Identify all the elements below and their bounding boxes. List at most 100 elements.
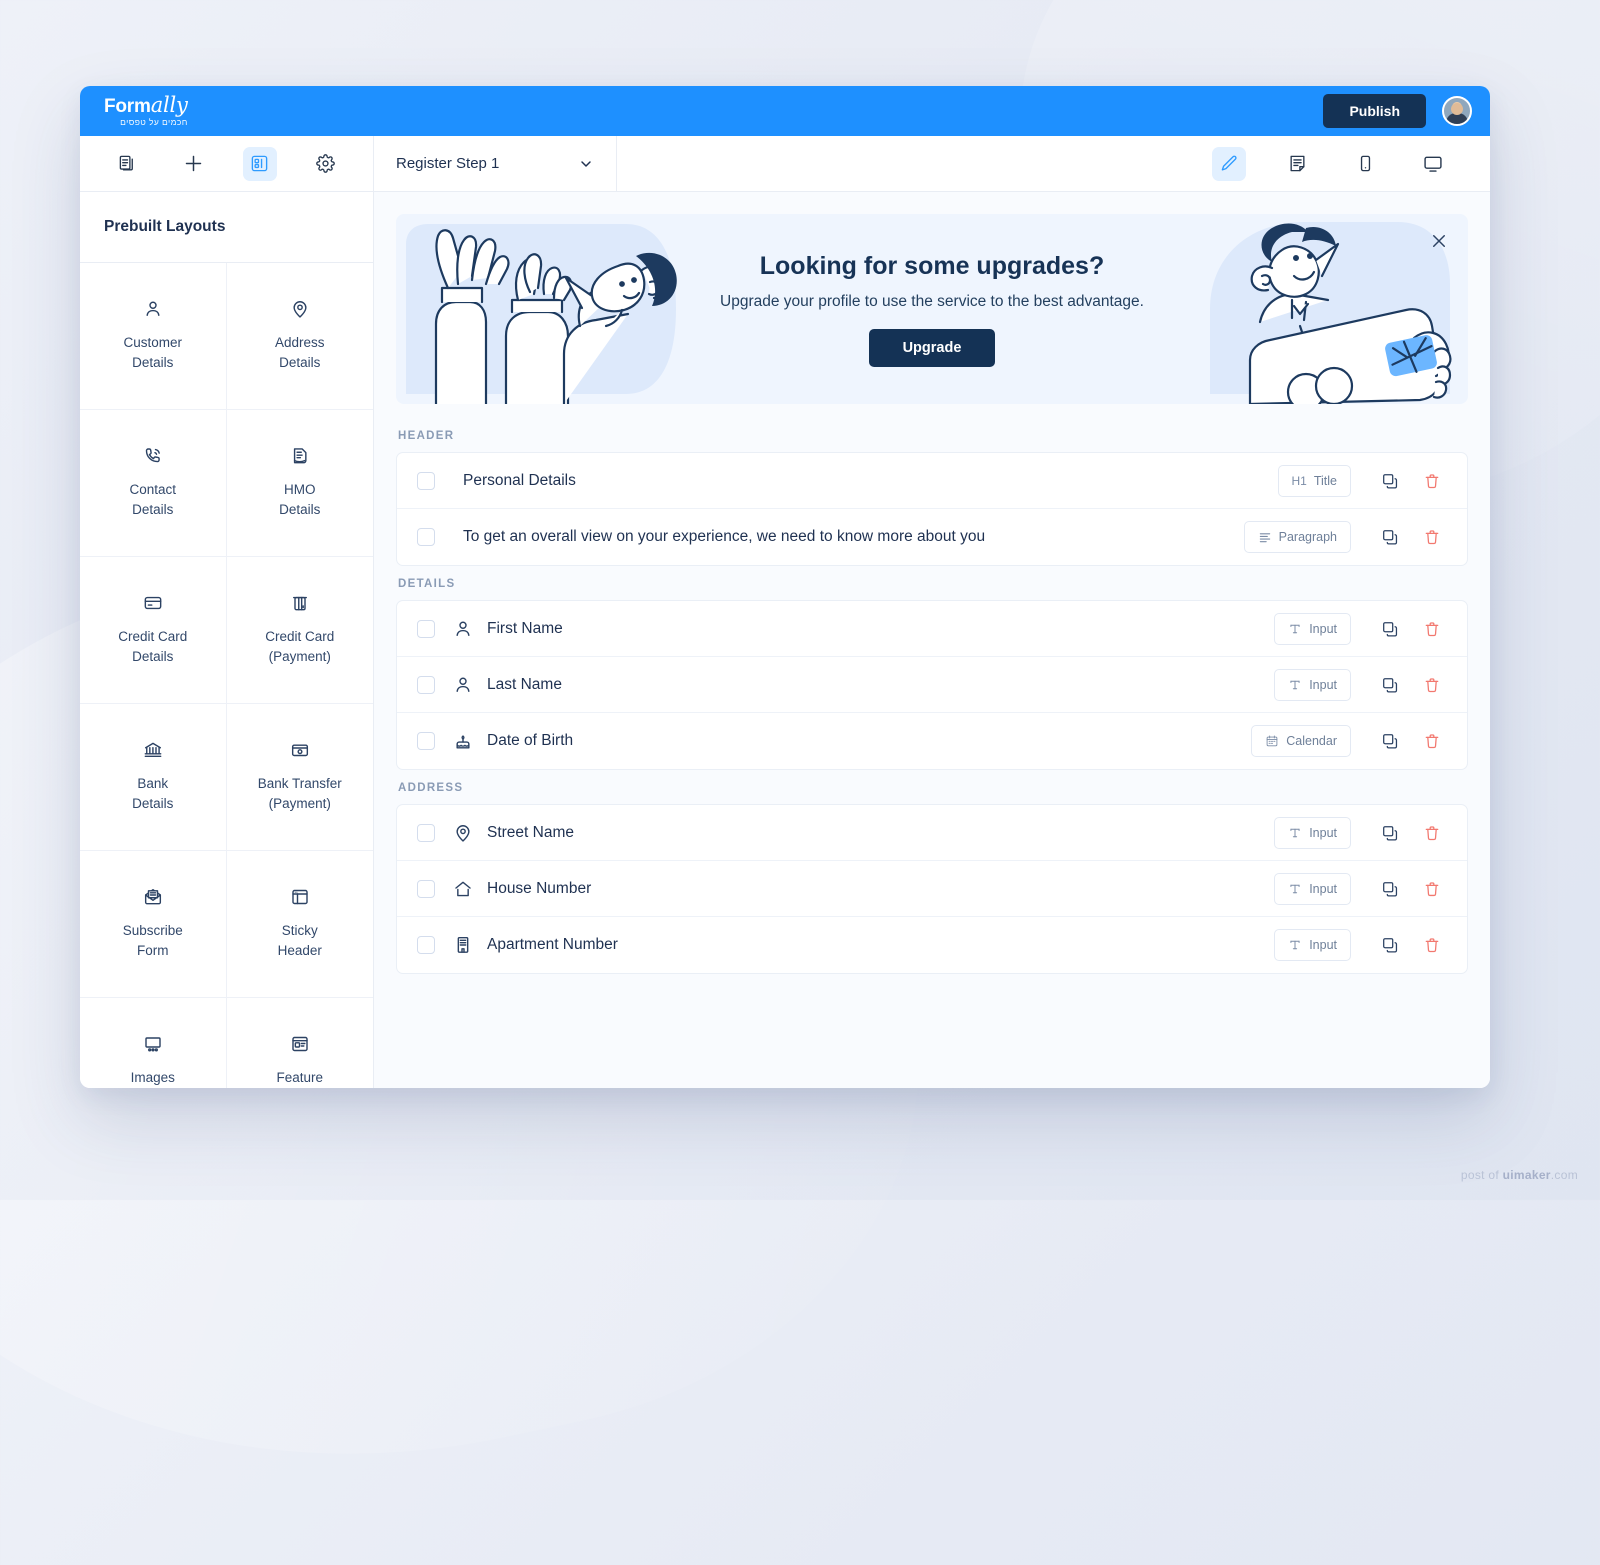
row-type-badge[interactable]: H1 Title <box>1277 464 1351 497</box>
layout-card-line2: Details <box>279 502 321 517</box>
mobile-icon[interactable] <box>1348 147 1382 181</box>
gear-icon[interactable] <box>309 147 343 181</box>
row-label: Street Name <box>487 823 575 841</box>
duplicate-icon[interactable] <box>1373 676 1407 694</box>
badge-label: Calendar <box>1286 734 1337 748</box>
map-pin-icon <box>290 299 310 319</box>
top-bar-actions: Publish <box>1323 94 1472 128</box>
table-row[interactable]: To get an overall view on your experienc… <box>397 509 1467 565</box>
row-type-badge[interactable]: Input <box>1274 612 1351 645</box>
duplicate-icon[interactable] <box>1373 880 1407 898</box>
row-label: Personal Details <box>463 471 576 489</box>
upgrade-button[interactable]: Upgrade <box>868 328 996 367</box>
layout-card-label: Address Details <box>275 333 325 372</box>
layout-card-credit-card[interactable]: Credit Card Details <box>80 557 227 704</box>
logo-script-text: ally <box>150 93 188 118</box>
layout-card-line2: Details <box>132 502 174 517</box>
row-label: To get an overall view on your experienc… <box>463 528 986 545</box>
gallery-icon <box>143 1034 163 1054</box>
layout-card-bank-transfer[interactable]: Bank Transfer (Payment) <box>226 704 373 851</box>
duplicate-icon[interactable] <box>1373 472 1407 490</box>
layout-card-label: Contact Details <box>129 480 176 519</box>
person-icon <box>453 675 473 695</box>
close-icon[interactable] <box>1430 232 1450 252</box>
duplicate-icon[interactable] <box>1373 824 1407 842</box>
form-canvas: Looking for some upgrades? Upgrade your … <box>374 192 1490 1088</box>
trash-icon[interactable] <box>1415 880 1449 898</box>
trash-icon[interactable] <box>1415 824 1449 842</box>
layout-card-subscribe[interactable]: Subscribe Form <box>80 851 227 998</box>
table-row[interactable]: House Number Input <box>397 861 1467 917</box>
row-checkbox[interactable] <box>417 936 435 954</box>
trash-icon[interactable] <box>1415 676 1449 694</box>
row-type-badge[interactable]: Input <box>1274 872 1351 905</box>
editor-toolbar: Register Step 1 <box>80 136 1490 192</box>
row-checkbox[interactable] <box>417 619 435 638</box>
pages-icon[interactable] <box>110 147 144 181</box>
watermark: post of uimaker.com <box>1461 1168 1578 1182</box>
layout-card-label: ImagesGallery <box>131 1068 175 1088</box>
layout-card-feature[interactable]: FeatureSection <box>227 998 374 1088</box>
trash-icon[interactable] <box>1415 732 1449 750</box>
layout-card-credit-card[interactable]: Credit Card (Payment) <box>226 557 373 704</box>
sticky-header-icon <box>290 887 310 907</box>
plus-icon[interactable] <box>176 147 210 181</box>
trash-icon[interactable] <box>1415 936 1449 954</box>
envelope-icon <box>143 887 163 907</box>
table-row[interactable]: Apartment Number Input <box>397 917 1467 973</box>
duplicate-icon[interactable] <box>1373 732 1407 750</box>
row-label: First Name <box>487 619 563 637</box>
row-checkbox[interactable] <box>417 879 435 898</box>
table-row[interactable]: Personal Details H1 Title <box>397 453 1467 509</box>
person-icon <box>143 299 163 319</box>
row-checkbox[interactable] <box>417 675 435 694</box>
layout-card-line2: (Payment) <box>268 796 331 811</box>
row-checkbox[interactable] <box>417 732 435 750</box>
form-preview-icon[interactable] <box>1280 147 1314 181</box>
layout-card-contact[interactable]: Contact Details <box>80 410 227 557</box>
row-type-badge[interactable]: Input <box>1274 816 1351 849</box>
publish-button[interactable]: Publish <box>1323 94 1426 128</box>
row-checkbox[interactable] <box>417 471 435 490</box>
avatar[interactable] <box>1442 96 1472 126</box>
watermark-prefix: post of <box>1460 1168 1503 1182</box>
row-type-badge[interactable]: Input <box>1274 929 1351 961</box>
document-icon <box>290 446 310 466</box>
pencil-icon[interactable] <box>1212 146 1246 181</box>
step-selector[interactable]: Register Step 1 <box>374 136 617 191</box>
layout-card-address[interactable]: Address Details <box>226 263 373 410</box>
badge-label: Input <box>1309 825 1337 840</box>
trash-icon[interactable] <box>1415 472 1449 490</box>
row-type-badge[interactable]: Paragraph <box>1243 521 1351 553</box>
layout-card-hmo[interactable]: HMO Details <box>226 410 373 557</box>
app-logo[interactable]: Formally חכמים על טפסים <box>104 95 188 127</box>
editor-body: Prebuilt Layouts Customer Details Address D… <box>80 192 1490 1088</box>
duplicate-icon[interactable] <box>1373 620 1407 638</box>
app-window: Formally חכמים על טפסים Publish Register… <box>80 86 1490 1088</box>
layouts-icon[interactable] <box>242 146 277 181</box>
layout-card-line1: Sticky <box>281 923 318 939</box>
table-row[interactable]: Date of Birth Calendar <box>397 713 1467 769</box>
duplicate-icon[interactable] <box>1373 528 1407 546</box>
layout-card-bank[interactable]: Bank Details <box>80 704 227 851</box>
layout-card-line1: Subscribe <box>122 923 183 939</box>
row-checkbox[interactable] <box>417 528 435 546</box>
phone-icon <box>143 446 163 466</box>
layout-card-images[interactable]: ImagesGallery <box>80 998 227 1088</box>
trash-icon[interactable] <box>1415 620 1449 638</box>
table-row[interactable]: Last Name Input <box>397 657 1467 713</box>
row-type-badge[interactable]: Calendar <box>1251 725 1351 757</box>
table-row[interactable]: First Name Input <box>397 601 1467 657</box>
badge-label: Input <box>1309 938 1337 952</box>
trash-icon[interactable] <box>1415 528 1449 546</box>
row-type-badge[interactable]: Input <box>1274 668 1351 701</box>
desktop-icon[interactable] <box>1416 147 1450 181</box>
duplicate-icon[interactable] <box>1373 936 1407 954</box>
layout-card-sticky[interactable]: Sticky Header <box>226 851 373 998</box>
row-checkbox[interactable] <box>417 823 435 842</box>
card-payment-icon <box>290 593 310 613</box>
layout-card-label: HMO Details <box>279 480 320 519</box>
table-row[interactable]: Street Name Input <box>397 805 1467 861</box>
layout-card-customer[interactable]: Customer Details <box>80 263 227 410</box>
row-label: Date of Birth <box>487 732 574 749</box>
